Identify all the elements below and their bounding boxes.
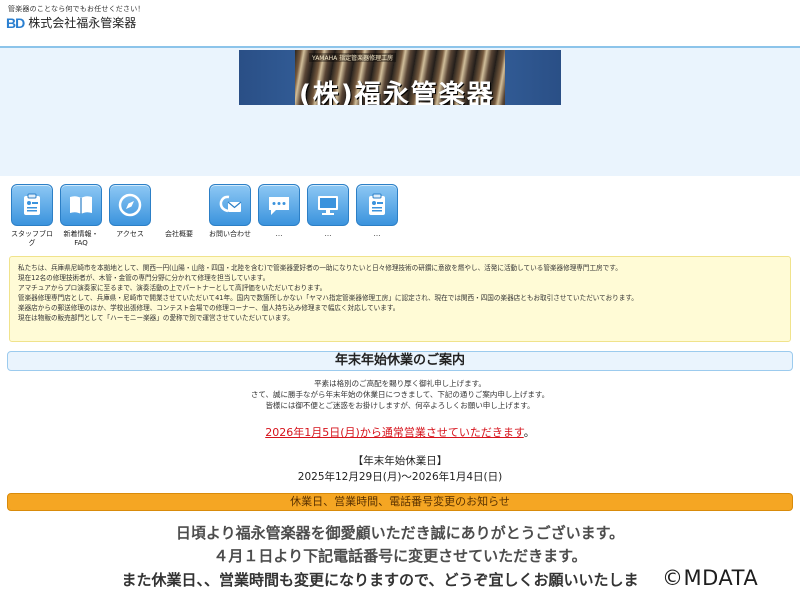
nav-item-contact[interactable]: お問い合わせ xyxy=(208,184,252,239)
watermark: ©MDATA xyxy=(660,566,761,590)
monitor-icon xyxy=(307,184,349,226)
banner-title: (株)福永管楽器 xyxy=(299,80,495,105)
nav-item-news-faq[interactable]: 新着情報・FAQ xyxy=(59,184,103,248)
intro-line: 私たちは、兵庫県尼崎市を本拠地として、関西一円(山陽・山陰・四国・北陸を含む)で… xyxy=(18,264,622,272)
icon-nav: スタッフブログ 新着情報・FAQ アクセス 会社概要 お問い合わせ … … … xyxy=(10,184,790,250)
intro-line: 管楽器修理専門店として、兵庫県・尼崎市で開業させていただいて41年。国内で数箇所… xyxy=(18,294,638,302)
nav-item-company[interactable]: 会社概要 xyxy=(157,184,201,239)
clipboard-icon xyxy=(356,184,398,226)
resume-punct: 。 xyxy=(523,426,535,439)
intro-line: 楽器店からの郵送修理のほか、学校出張修理、コンテスト会場での修理コーナー、個人持… xyxy=(18,304,400,312)
company-name: 株式会社福永管楽器 xyxy=(28,16,137,30)
intro-line: アマチュアからプロ演奏家に至るまで、演奏活動の上でパートナーとして高評価をいただ… xyxy=(18,284,327,292)
nav-item-staff-blog[interactable]: スタッフブログ xyxy=(10,184,54,248)
site-header: 管楽器のことなら何でもお任せください！ BD 株式会社福永管楽器 xyxy=(0,0,800,48)
compass-icon xyxy=(109,184,151,226)
clipboard-icon xyxy=(11,184,53,226)
hero-banner: YAMAHA 指定管楽器修理工房 (株)福永管楽器 xyxy=(239,50,561,105)
nav-item-access[interactable]: アクセス xyxy=(108,184,152,239)
header-tagline: 管楽器のことなら何でもお任せください！ xyxy=(8,5,145,13)
notice-heading: 年末年始休業のご案内 xyxy=(7,351,793,371)
notice-line: 皆様には御不便とご迷惑をお掛けしますが、何卒よろしくお願い申し上げます。 xyxy=(265,401,535,410)
banner-caption: YAMAHA 指定管楽器修理工房 xyxy=(309,53,397,62)
announcement-bar: 休業日、営業時間、電話番号変更のお知らせ xyxy=(7,493,793,511)
nav-item-clipboard[interactable]: … xyxy=(355,184,399,239)
notice-body: 平素は格別のご高配を賜り厚く御礼申し上げます。 さて、誠に勝手ながら年末年始の休… xyxy=(0,378,800,411)
site-logo[interactable]: BD 株式会社福永管楽器 xyxy=(6,14,136,31)
nav-item-chat[interactable]: … xyxy=(257,184,301,239)
intro-line: 現在12名の修理技術者が、木管・金管の専門分野に分かれて修理を担当しています。 xyxy=(18,274,270,282)
nav-item-monitor[interactable]: … xyxy=(306,184,350,239)
holiday-title: 【年末年始休業日】 xyxy=(352,455,448,467)
holiday-dates: 2025年12月29日(月)～2026年1月4日(日) xyxy=(297,471,503,483)
notice-line: 平素は格別のご高配を賜り厚く御礼申し上げます。 xyxy=(314,379,486,388)
book-icon xyxy=(60,184,102,226)
hero-area: YAMAHA 指定管楽器修理工房 (株)福永管楽器 xyxy=(0,48,800,176)
intro-box: 私たちは、兵庫県尼崎市を本拠地として、関西一円(山陽・山陰・四国・北陸を含む)で… xyxy=(9,256,791,342)
nav-label: 新着情報・FAQ xyxy=(63,230,99,247)
nav-label: スタッフブログ xyxy=(11,230,53,247)
nav-label: … xyxy=(324,230,332,238)
notice-line: さて、誠に勝手ながら年末年始の休業日につきまして、下記の通りご案内申し上げます。 xyxy=(250,390,550,399)
logo-mark: BD xyxy=(6,14,25,31)
chat-icon xyxy=(258,184,300,226)
resume-notice: 2026年1月5日(月)から通常営業させていただきます。 xyxy=(0,424,800,440)
nav-label: 会社概要 xyxy=(165,230,193,238)
blank-icon xyxy=(158,184,200,226)
nav-label: … xyxy=(275,230,283,238)
nav-label: … xyxy=(373,230,381,238)
resume-date-text: 2026年1月5日(月)から通常営業させていただきます xyxy=(265,426,524,439)
announcement-line: 日頃より福永管楽器を御愛顧いただき誠にありがとうございます。 xyxy=(175,524,625,542)
nav-label: アクセス xyxy=(116,230,144,238)
announcement-line: ４月１日より下記電話番号に変更させていただきます。 xyxy=(213,547,587,565)
nav-label: お問い合わせ xyxy=(209,230,251,238)
mail-icon xyxy=(209,184,251,226)
intro-line: 現在は物販の販売部門として「ハーモニー楽器」の愛称で別で運営させていただいていま… xyxy=(18,314,294,322)
